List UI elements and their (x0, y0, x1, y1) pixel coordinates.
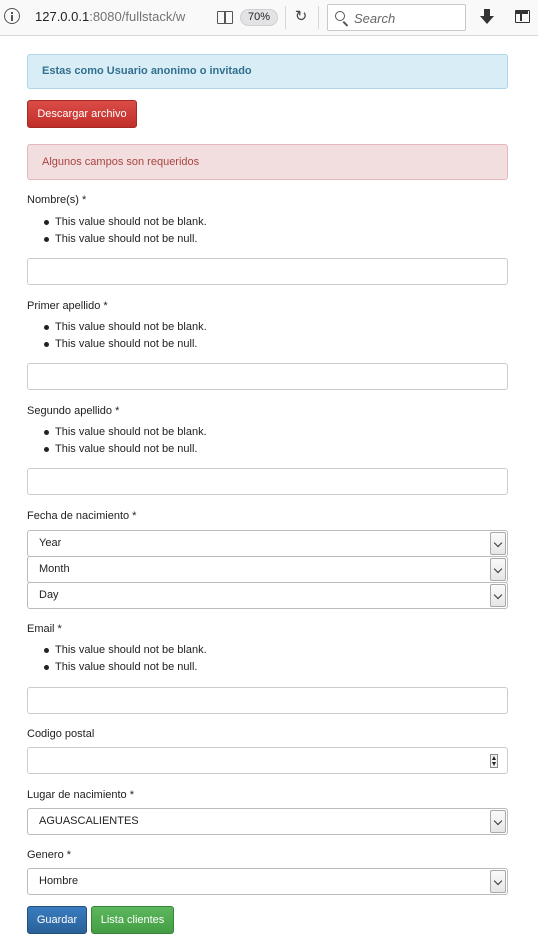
download-icon[interactable] (479, 9, 495, 26)
primer-apellido-input[interactable] (27, 363, 508, 390)
lugar-nacimiento-select[interactable]: AGUASCALIENTES (27, 808, 508, 835)
email-input[interactable] (27, 687, 508, 714)
lugar-nacimiento-value: AGUASCALIENTES (39, 815, 139, 827)
search-box[interactable]: Search (327, 4, 466, 31)
client-list-button[interactable]: Lista clientes (91, 906, 174, 934)
chevron-down-icon[interactable] (490, 810, 506, 833)
genero-value: Hombre (39, 875, 79, 887)
error-item: This value should not be blank. (44, 643, 207, 660)
genero-select[interactable]: Hombre (27, 868, 508, 895)
sidebar-toggle-icon[interactable] (515, 10, 530, 23)
url-path: :8080/fullstack/w (89, 9, 186, 24)
nombre-input[interactable] (27, 258, 508, 285)
segundo-apellido-errors: This value should not be blank. This val… (44, 425, 207, 459)
nombre-label: Nombre(s) * (27, 194, 87, 206)
url-bar[interactable]: 127.0.0.1:8080/fullstack/w (35, 9, 193, 24)
chevron-down-icon[interactable] (490, 584, 506, 607)
save-button[interactable]: Guardar (27, 906, 87, 934)
lugar-nacimiento-label: Lugar de nacimiento * (27, 789, 135, 801)
browser-toolbar: 127.0.0.1:8080/fullstack/w 70% ↻ Search (0, 0, 538, 36)
primer-apellido-label: Primer apellido * (27, 300, 108, 312)
year-select[interactable]: Year (27, 530, 508, 557)
toolbar-divider (318, 6, 319, 29)
site-info-icon[interactable] (4, 8, 20, 24)
toolbar-divider (285, 6, 286, 29)
nombre-errors: This value should not be blank. This val… (44, 215, 207, 249)
reload-icon[interactable]: ↻ (293, 9, 309, 25)
error-alert: Algunos campos son requeridos (27, 144, 508, 180)
search-placeholder: Search (354, 11, 396, 26)
search-icon (335, 11, 345, 21)
day-select-value: Day (39, 589, 59, 601)
reader-view-icon[interactable] (217, 11, 233, 24)
chevron-down-icon[interactable] (490, 870, 506, 893)
month-select[interactable]: Month (27, 556, 508, 583)
primer-apellido-errors: This value should not be blank. This val… (44, 320, 207, 354)
chevron-down-icon[interactable] (490, 558, 506, 581)
genero-label: Genero * (27, 849, 72, 861)
error-item: This value should not be null. (44, 232, 207, 249)
error-item: This value should not be blank. (44, 425, 207, 442)
error-item: This value should not be null. (44, 337, 207, 354)
error-item: This value should not be blank. (44, 215, 207, 232)
day-select[interactable]: Day (27, 582, 508, 609)
zoom-level-badge[interactable]: 70% (240, 9, 278, 26)
fecha-nacimiento-label: Fecha de nacimiento * (27, 510, 137, 522)
info-alert: Estas como Usuario anonimo o invitado (27, 54, 508, 89)
download-file-button[interactable]: Descargar archivo (27, 100, 137, 128)
email-errors: This value should not be blank. This val… (44, 643, 207, 677)
email-label: Email * (27, 623, 62, 635)
url-host: 127.0.0.1 (35, 9, 90, 24)
codigo-postal-input[interactable] (27, 747, 508, 774)
error-item: This value should not be null. (44, 442, 207, 459)
segundo-apellido-input[interactable] (27, 468, 508, 495)
segundo-apellido-label: Segundo apellido * (27, 405, 120, 417)
month-select-value: Month (39, 563, 70, 575)
number-stepper-icon[interactable] (490, 754, 498, 768)
codigo-postal-label: Codigo postal (27, 728, 95, 740)
error-item: This value should not be null. (44, 660, 207, 677)
year-select-value: Year (39, 537, 62, 549)
error-item: This value should not be blank. (44, 320, 207, 337)
chevron-down-icon[interactable] (490, 532, 506, 555)
